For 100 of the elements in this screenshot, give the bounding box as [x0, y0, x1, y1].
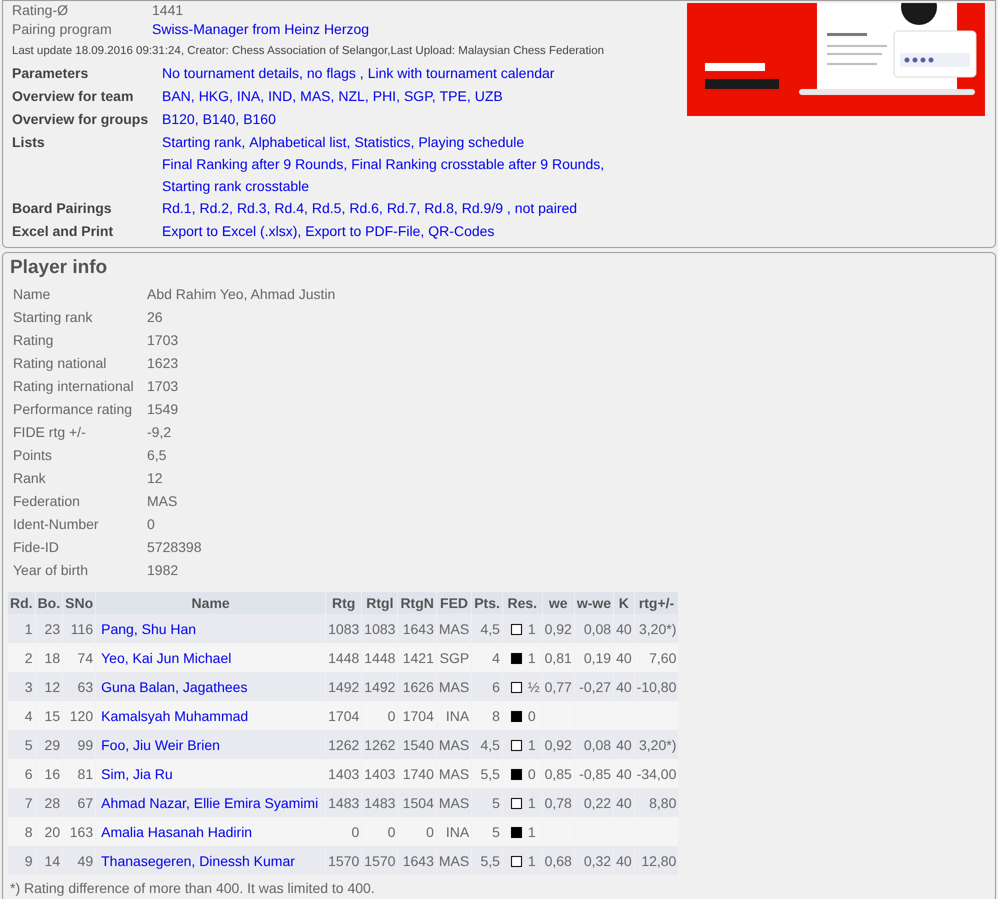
info-link[interactable]: IND,: [268, 85, 296, 107]
info-link[interactable]: Rd.3,: [236, 197, 270, 219]
result-text: 0: [528, 766, 536, 782]
info-link[interactable]: Rd.7,: [386, 197, 420, 219]
column-header: Res.: [502, 592, 542, 614]
table-cell: 5: [492, 824, 500, 840]
player-link[interactable]: Sim, Jia Ru: [101, 766, 173, 782]
table-cell: 1492: [364, 678, 396, 694]
table-cell: 20: [44, 824, 60, 840]
info-label: Parameters: [12, 64, 90, 83]
table-cell: MAS: [438, 678, 470, 694]
table-cell: 1083: [364, 620, 396, 636]
table-cell: 99: [78, 736, 94, 752]
info-link[interactable]: NZL,: [338, 85, 369, 107]
info-link[interactable]: no flags ,: [306, 62, 364, 84]
last-update-text: Last update 18.09.2016 09:31:24, Creator: Chess Association of Selangor,Last Upload: Malaysian Chess Federation: [12, 44, 605, 59]
table-cell: 81: [78, 766, 94, 782]
player-link[interactable]: Yeo, Kai Jun Michael: [101, 650, 232, 666]
table-cell: 0: [426, 824, 434, 840]
info-link[interactable]: Starting rank crosstable: [162, 175, 310, 197]
table-cell: 1570: [364, 852, 396, 868]
info-link[interactable]: Rd.8,: [424, 197, 458, 219]
info-link[interactable]: Alphabetical list,: [249, 131, 350, 153]
info-link[interactable]: UZB: [474, 85, 503, 107]
field-value: 1549: [147, 400, 178, 419]
table-cell: 7: [24, 794, 33, 810]
table-cell: 1570: [328, 852, 360, 868]
info-link[interactable]: Export to Excel (.xlsx),: [162, 220, 302, 242]
info-link[interactable]: Rd.6,: [349, 197, 383, 219]
info-link[interactable]: SGP,: [404, 85, 436, 107]
table-cell: 1: [24, 620, 33, 636]
section-title: Player info: [10, 257, 108, 279]
player-link[interactable]: Pang, Shu Han: [101, 620, 196, 636]
info-link[interactable]: Rd.4,: [274, 197, 308, 219]
info-link[interactable]: not paired: [514, 197, 578, 219]
info-link[interactable]: Rd.5,: [312, 197, 346, 219]
column-header: SNo: [62, 592, 96, 614]
result-text: 1: [528, 852, 536, 868]
table-cell: 0,08: [584, 736, 612, 752]
info-link[interactable]: MAS,: [300, 85, 334, 107]
info-link[interactable]: B160: [243, 108, 276, 130]
info-link[interactable]: B120,: [162, 108, 199, 130]
info-link[interactable]: Statistics,: [354, 131, 414, 153]
table-cell: 1403: [364, 766, 396, 782]
info-label: Overview for groups: [12, 110, 150, 129]
info-link[interactable]: BAN,: [162, 85, 195, 107]
pairing-program-link[interactable]: Swiss-Manager from Heinz Herzog: [152, 18, 370, 41]
table-cell: 2: [24, 650, 33, 666]
field-label: Federation: [13, 492, 81, 511]
column-header: w-we: [574, 592, 614, 614]
info-link[interactable]: Starting rank,: [162, 131, 246, 153]
table-cell: 1643: [402, 852, 434, 868]
result-text: 1: [528, 620, 536, 636]
player-link[interactable]: Thanasegeren, Dinessh Kumar: [101, 852, 295, 868]
info-link[interactable]: HKG,: [198, 85, 233, 107]
table-cell: 8,80: [649, 794, 676, 810]
info-link[interactable]: Export to PDF-File,: [305, 220, 424, 242]
result-text: 1: [528, 736, 536, 752]
info-link[interactable]: Rd.9/9 ,: [462, 197, 511, 219]
table-cell: 16: [44, 766, 60, 782]
table-cell: 12: [44, 678, 60, 694]
info-link[interactable]: Final Ranking after 9 Rounds,: [162, 153, 348, 175]
table-cell: 23: [44, 620, 60, 636]
info-link[interactable]: Rd.2,: [199, 197, 233, 219]
table-cell: -0,27: [579, 678, 612, 694]
player-link[interactable]: Ahmad Nazar, Ellie Emira Syamimi: [101, 794, 318, 810]
info-link[interactable]: Final Ranking crosstable after 9 Rounds,: [351, 153, 604, 175]
info-link[interactable]: Link with tournament calendar: [368, 62, 554, 84]
info-link[interactable]: Rd.1,: [162, 197, 196, 219]
table-cell: 4,5: [480, 736, 500, 752]
table-cell: 120: [70, 708, 94, 724]
table-cell: 0,08: [584, 620, 612, 636]
info-label: Lists: [12, 133, 46, 152]
info-link[interactable]: B140,: [202, 108, 240, 130]
info-link[interactable]: Playing schedule: [418, 131, 524, 153]
player-link[interactable]: Foo, Jiu Weir Brien: [101, 736, 220, 752]
player-link[interactable]: Amalia Hasanah Hadirin: [101, 824, 252, 840]
table-cell: 1504: [402, 794, 434, 810]
field-value: 1703: [147, 377, 178, 396]
field-value: -9,2: [147, 423, 172, 442]
table-cell: 18: [44, 650, 60, 666]
table-cell: MAS: [438, 736, 470, 752]
info-value: 1441: [152, 3, 184, 18]
info-link[interactable]: TPE,: [440, 85, 471, 107]
field-label: Rating national: [13, 354, 108, 373]
info-link[interactable]: No tournament details,: [162, 62, 303, 84]
info-label: Rating-Ø: [12, 3, 70, 18]
table-cell: 15: [44, 708, 60, 724]
field-label: Points: [13, 446, 53, 465]
table-cell: 74: [78, 650, 94, 666]
info-link[interactable]: QR-Codes: [428, 220, 494, 242]
info-link[interactable]: PHI,: [372, 85, 400, 107]
player-link[interactable]: Kamalsyah Muhammad: [101, 708, 248, 724]
table-cell: 4: [492, 650, 500, 666]
field-value: 12: [147, 469, 163, 488]
table-cell: MAS: [438, 620, 470, 636]
table-cell: 12,80: [641, 852, 676, 868]
table-cell: 0,81: [544, 650, 572, 666]
player-link[interactable]: Guna Balan, Jagathees: [101, 678, 248, 694]
info-link[interactable]: INA,: [236, 85, 264, 107]
